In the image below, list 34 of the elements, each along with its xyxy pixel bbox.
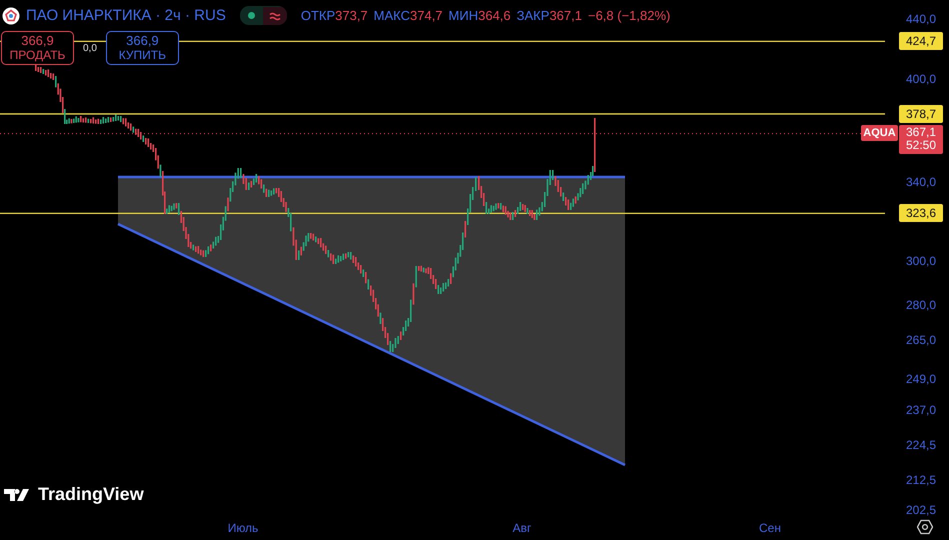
price-level-label: 323,6 (899, 204, 943, 222)
price-axis-label: 280,0 (906, 298, 936, 312)
brand-name: TradingView (38, 484, 144, 505)
ohlc-label: МАКС (374, 8, 410, 23)
time-axis-label: Авг (512, 521, 532, 535)
ohlc-value: 367,1 (549, 8, 582, 23)
price-axis-label: 340,0 (906, 175, 936, 190)
price-axis-label: 202,5 (906, 503, 936, 517)
time-axis-label: Июль (228, 521, 258, 535)
price-axis-label: 440,0 (906, 12, 936, 26)
price-level-label: 378,7 (899, 104, 943, 123)
current-price-value: 367,1 (906, 126, 936, 139)
time-axis-label: Сен (759, 521, 781, 535)
ohlc-value: 374,7 (410, 8, 443, 23)
price-axis-label: 212,5 (906, 472, 936, 486)
ohlc-label: ОТКР (300, 8, 336, 23)
price-axis-label: 400,0 (906, 72, 936, 86)
bar-countdown: 52:50 (906, 138, 936, 152)
ohlc-label: МИН (448, 8, 478, 23)
symbol-tag: AQUA (861, 124, 898, 141)
price-axis-label: 224,5 (906, 438, 936, 452)
ohlc-label: ЗАКР (516, 8, 550, 23)
price-level-label: 424,7 (899, 32, 943, 50)
price-axis-label: 249,0 (906, 372, 936, 386)
symbol-title[interactable]: ПАО ИНАРКТИКА · 2ч · RUS (26, 7, 226, 24)
price-axis-label: 265,0 (906, 332, 936, 347)
price-axis-label: 237,0 (906, 403, 936, 418)
buy-button[interactable]: 366,9 КУПИТЬ (106, 31, 179, 65)
price-change: −6,8 (−1,82%) (588, 8, 670, 23)
ohlc-value: 373,7 (335, 8, 368, 23)
ohlc-value: 364,6 (478, 8, 511, 23)
spread-value: 0,0 (83, 42, 97, 54)
price-axis-label: 300,0 (906, 254, 936, 268)
sell-button[interactable]: 366,9 ПРОДАТЬ (1, 31, 74, 65)
